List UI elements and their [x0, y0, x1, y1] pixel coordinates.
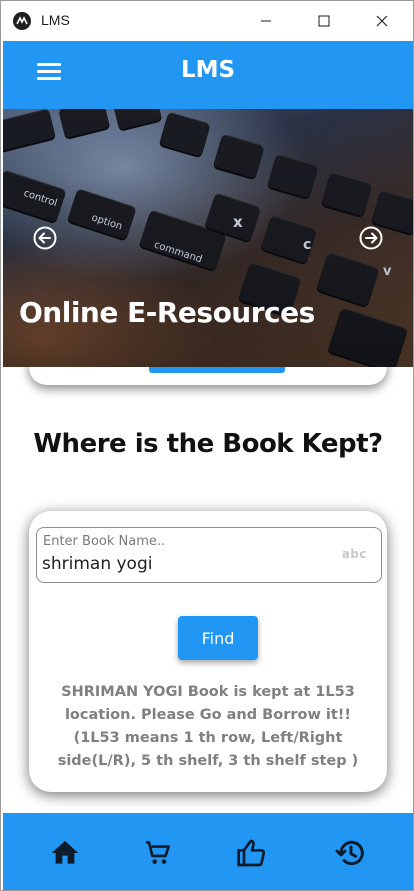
cart-icon — [146, 841, 170, 864]
close-icon — [376, 15, 388, 27]
arrow-left-circle-icon — [33, 226, 57, 250]
book-name-field[interactable]: Enter Book Name.. shriman yogi abc — [36, 527, 382, 583]
carousel-prev-button[interactable] — [32, 225, 58, 251]
nav-cart-button[interactable] — [142, 837, 174, 869]
maximize-button[interactable] — [295, 1, 353, 41]
result-text: SHRIMAN YOGI Book is kept at 1L53 locati… — [57, 684, 359, 769]
app-title: LMS — [180, 57, 236, 83]
window-titlebar: LMS — [1, 1, 413, 41]
section-title: Where is the Book Kept? — [33, 429, 383, 459]
book-search-card: Enter Book Name.. shriman yogi abc Find … — [29, 511, 387, 792]
book-name-input[interactable]: shriman yogi — [42, 554, 152, 574]
nav-home-button[interactable] — [49, 837, 81, 869]
find-button[interactable]: Find — [178, 616, 258, 660]
app-bar: LMS — [3, 41, 413, 109]
abc-icon: abc — [341, 547, 367, 561]
minimize-icon — [261, 20, 271, 22]
bottom-navigation — [3, 813, 413, 890]
thumb-up-icon — [237, 839, 266, 867]
app-logo-icon — [13, 12, 31, 30]
close-button[interactable] — [353, 1, 411, 41]
carousel-next-button[interactable] — [358, 225, 384, 251]
banner-carousel[interactable]: control option command x c v Online E-Re… — [3, 109, 413, 367]
home-icon — [51, 841, 79, 864]
main-content[interactable]: Where is the Book Kept? Enter Book Name.… — [3, 367, 413, 813]
nav-history-button[interactable] — [335, 837, 367, 869]
previous-card-button[interactable] — [149, 367, 285, 373]
history-icon — [335, 840, 364, 866]
minimize-button[interactable] — [237, 1, 295, 41]
book-name-label: Enter Book Name.. — [43, 534, 166, 549]
maximize-icon — [318, 15, 330, 27]
arrow-right-circle-icon — [359, 226, 383, 250]
app-window: LMS LMS control — [0, 0, 414, 891]
banner-caption: Online E-Resources — [19, 296, 315, 329]
previous-card — [29, 367, 387, 385]
window-title: LMS — [41, 12, 70, 28]
nav-like-button[interactable] — [236, 837, 268, 869]
